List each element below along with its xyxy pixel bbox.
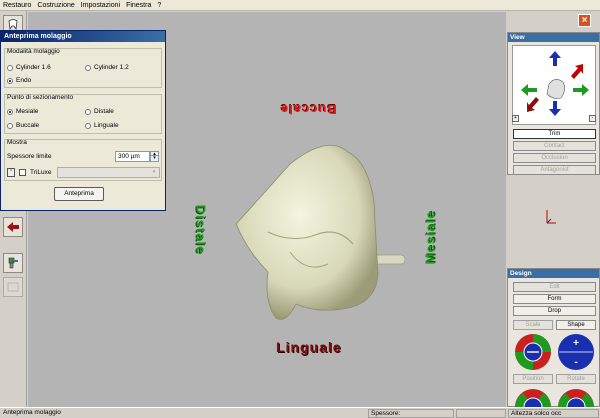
disabled-tool-icon — [7, 282, 19, 292]
antagonist-button[interactable]: Antagonist — [513, 165, 596, 175]
shape-label: Shape — [556, 320, 596, 330]
rotate-label: Rotate — [556, 374, 596, 384]
radio-cylinder-12-dot — [85, 64, 91, 71]
zoom-out-button[interactable]: - — [589, 115, 596, 122]
orientation-arrows-icon — [521, 51, 589, 116]
status-empty — [456, 409, 506, 418]
scale-control-icon[interactable] — [513, 332, 553, 372]
label-mesiale: Mesiale — [422, 210, 438, 265]
radio-buccale[interactable]: Buccale — [7, 122, 39, 129]
position-control-icon[interactable] — [513, 386, 553, 407]
plus-icon: + — [514, 115, 517, 121]
thickness-limit-label: Spessore limite — [7, 153, 52, 160]
radio-linguale-label: Linguale — [94, 122, 119, 129]
design-panel-title: Design — [508, 269, 599, 278]
status-groove-height: Altezza solco occ — [508, 409, 599, 418]
tooth-crown-shape — [235, 144, 379, 320]
close-button[interactable]: × — [578, 14, 591, 27]
status-thickness: Spessore: — [368, 409, 454, 418]
triluxe-dropdown[interactable]: ▾ — [57, 167, 160, 178]
zoom-in-button[interactable]: + — [512, 115, 519, 122]
radio-endo[interactable]: Endo — [7, 77, 31, 84]
radio-cylinder-16-label: Cylinder 1.6 — [16, 64, 51, 71]
radio-distale-label: Distale — [94, 108, 114, 115]
label-linguale: Linguale — [276, 339, 342, 355]
preview-button[interactable]: Anteprima — [54, 187, 104, 201]
radio-mesiale[interactable]: Mesiale — [7, 108, 38, 115]
trim-button[interactable]: Trim — [513, 129, 596, 139]
minus-icon: - — [591, 115, 594, 121]
triluxe-checkbox[interactable] — [19, 169, 26, 176]
label-buccale: Buccale — [280, 102, 337, 117]
group-show: Mostra Spessore limite 300 µm ▴ ▾ ⌃ TriL… — [4, 139, 162, 181]
status-message: Anteprima molaggio — [3, 409, 61, 416]
group-section-point: Punto di sezionamento Mesiale Distale Bu… — [4, 94, 162, 134]
expand-toggle-button[interactable]: ⌃ — [7, 168, 15, 177]
design-panel: Design Edit Form Drop Scale Shape + - Po… — [507, 268, 600, 407]
radio-cylinder-12-label: Cylinder 1.2 — [94, 64, 129, 71]
radio-buccale-dot — [7, 122, 13, 129]
thickness-limit-input[interactable]: 300 µm — [115, 151, 150, 162]
radio-cylinder-16-dot — [7, 64, 13, 71]
position-label: Position — [513, 374, 553, 384]
shape-control-icon[interactable]: + - — [556, 332, 596, 372]
grinding-preview-dialog: Anteprima molaggio Modalità molaggio Cyl… — [0, 30, 166, 211]
arrow-left-icon — [7, 222, 19, 232]
occlusion-button[interactable]: Occlusion — [513, 153, 596, 163]
scale-label: Scale — [513, 320, 553, 330]
radio-endo-label: Endo — [16, 77, 32, 84]
menu-costruzione[interactable]: Costruzione — [37, 2, 74, 9]
contact-button[interactable]: Contact — [513, 141, 596, 151]
menu-finestra[interactable]: Finestra — [126, 2, 151, 9]
radio-linguale-dot — [85, 122, 91, 129]
menu-help[interactable]: ? — [157, 2, 161, 9]
radio-distale[interactable]: Distale — [85, 108, 114, 115]
tooth-root-stub — [372, 254, 406, 265]
menu-impostazioni[interactable]: Impostazioni — [81, 2, 120, 9]
view-panel-title: View — [508, 33, 599, 42]
dialog-title: Anteprima molaggio — [1, 31, 165, 42]
form-button[interactable]: Form — [513, 294, 596, 304]
disabled-tool-button[interactable] — [3, 277, 23, 297]
radio-linguale[interactable]: Linguale — [85, 122, 119, 129]
rotate-control-icon[interactable] — [556, 386, 596, 407]
dropdown-chevron-icon: ▾ — [152, 169, 156, 175]
close-icon: × — [581, 14, 588, 26]
view-orientation-widget[interactable] — [512, 45, 596, 125]
group-show-label: Mostra — [7, 139, 27, 146]
edit-button[interactable]: Edit — [513, 282, 596, 292]
back-button[interactable] — [3, 217, 23, 237]
double-chevron-up-icon: ⌃ — [8, 169, 14, 175]
shape-plus-label: + — [573, 338, 579, 349]
radio-buccale-label: Buccale — [16, 122, 40, 129]
grind-tool-icon — [8, 257, 18, 269]
radio-endo-dot — [7, 77, 13, 84]
radio-distale-dot — [85, 108, 91, 115]
radio-cylinder-12[interactable]: Cylinder 1.2 — [85, 64, 129, 71]
radio-mesiale-dot — [7, 108, 13, 115]
label-distale: Distale — [193, 204, 209, 255]
menu-restauro[interactable]: Restauro — [3, 2, 31, 9]
menu-bar: Restauro Costruzione Impostazioni Finest… — [0, 0, 600, 11]
axis-gizmo-icon — [546, 210, 556, 224]
triluxe-label: TriLuxe — [30, 169, 52, 176]
spin-down-icon[interactable]: ▾ — [151, 156, 158, 161]
view-panel: View + - Trim Contact Occlusion Antagoni… — [507, 32, 600, 175]
drop-button[interactable]: Drop — [513, 306, 596, 316]
radio-cylinder-16[interactable]: Cylinder 1.6 — [7, 64, 51, 71]
status-bar: Anteprima molaggio Spessore: Altezza sol… — [0, 407, 600, 418]
group-section-point-label: Punto di sezionamento — [7, 94, 74, 101]
grind-tool-button[interactable] — [3, 253, 23, 273]
shape-minus-label: - — [574, 357, 577, 368]
radio-mesiale-label: Mesiale — [16, 108, 39, 115]
thickness-spinner[interactable]: ▴ ▾ — [150, 151, 159, 162]
group-grinding-mode: Modalità molaggio Cylinder 1.6 Cylinder … — [4, 48, 162, 88]
group-grinding-mode-label: Modalità molaggio — [7, 48, 60, 55]
